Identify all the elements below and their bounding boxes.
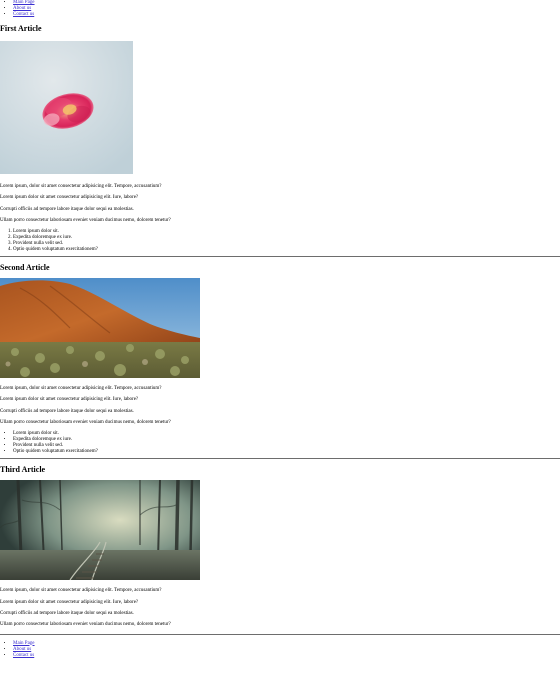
nav-link-contact-us[interactable]: Contact us xyxy=(13,653,34,658)
article-title: Second Article xyxy=(0,263,50,273)
article-title: Third Article xyxy=(0,465,46,475)
divider xyxy=(0,458,560,460)
nav-link-main-page[interactable]: Main Page xyxy=(13,641,35,646)
article-paragraph: Ullam porro consectetur laboriosam eveni… xyxy=(0,622,171,628)
red-rock-desert-photo xyxy=(0,278,200,379)
article-paragraph: Ullam porro consectetur laboriosam eveni… xyxy=(0,420,171,426)
nav-link-contact-us[interactable]: Contact us xyxy=(13,12,34,17)
nav-link-about-us[interactable]: About us xyxy=(13,6,31,11)
nav-link-about-us[interactable]: About us xyxy=(13,647,31,652)
ordered-list: Lorem ipsum dolor sit. Expedita doloremq… xyxy=(0,229,560,253)
article-paragraph: Corrupti officiis ad tempore labore itaq… xyxy=(0,408,134,414)
unordered-list: Lorem ipsum dolor sit. Expedita doloremq… xyxy=(0,431,560,455)
divider xyxy=(0,633,560,635)
nav-item-contact-us: Contact us xyxy=(13,12,560,18)
article-second: Second Article Lorem ipsum, dolor sit am… xyxy=(0,263,560,460)
article-paragraph: Lorem ipsum, dolor sit amet consectetur … xyxy=(0,386,162,392)
article-paragraph: Lorem ipsum dolor sit amet consectetur a… xyxy=(0,599,139,605)
article-paragraph: Lorem ipsum, dolor sit amet consectetur … xyxy=(0,588,162,594)
flower-photo xyxy=(0,41,133,174)
article-paragraph: Corrupti officiis ad tempore labore itaq… xyxy=(0,610,134,616)
article-paragraph: Ullam porro consectetur laboriosam eveni… xyxy=(0,217,171,223)
nav-item-contact-us: Contact us xyxy=(13,653,560,659)
list-item: Optio quidem voluptatum exercitationem? xyxy=(13,449,560,455)
footer-nav: Main Page About us Contact us xyxy=(0,641,560,659)
article-title: First Article xyxy=(0,24,42,33)
nav-link-main-page[interactable]: Main Page xyxy=(13,0,35,5)
article-paragraph: Corrupti officiis ad tempore labore itaq… xyxy=(0,206,134,212)
article-paragraph: Lorem ipsum dolor sit amet consectetur a… xyxy=(0,397,139,403)
divider xyxy=(0,256,560,258)
list-item: Optio quidem voluptatum exercitationem? xyxy=(13,247,560,253)
article-paragraph: Lorem ipsum, dolor sit amet consectetur … xyxy=(0,184,162,189)
misty-forest-railway-photo xyxy=(0,480,200,581)
article-paragraph: Lorem ipsum dolor sit amet consectetur a… xyxy=(0,195,139,201)
article-first: First Article Lorem ipsum, dolor sit ame… xyxy=(0,24,560,258)
top-nav: Main Page About us Contact us xyxy=(0,0,560,18)
article-third: Third Article Lorem ipsum, dolor sit ame… xyxy=(0,465,560,635)
